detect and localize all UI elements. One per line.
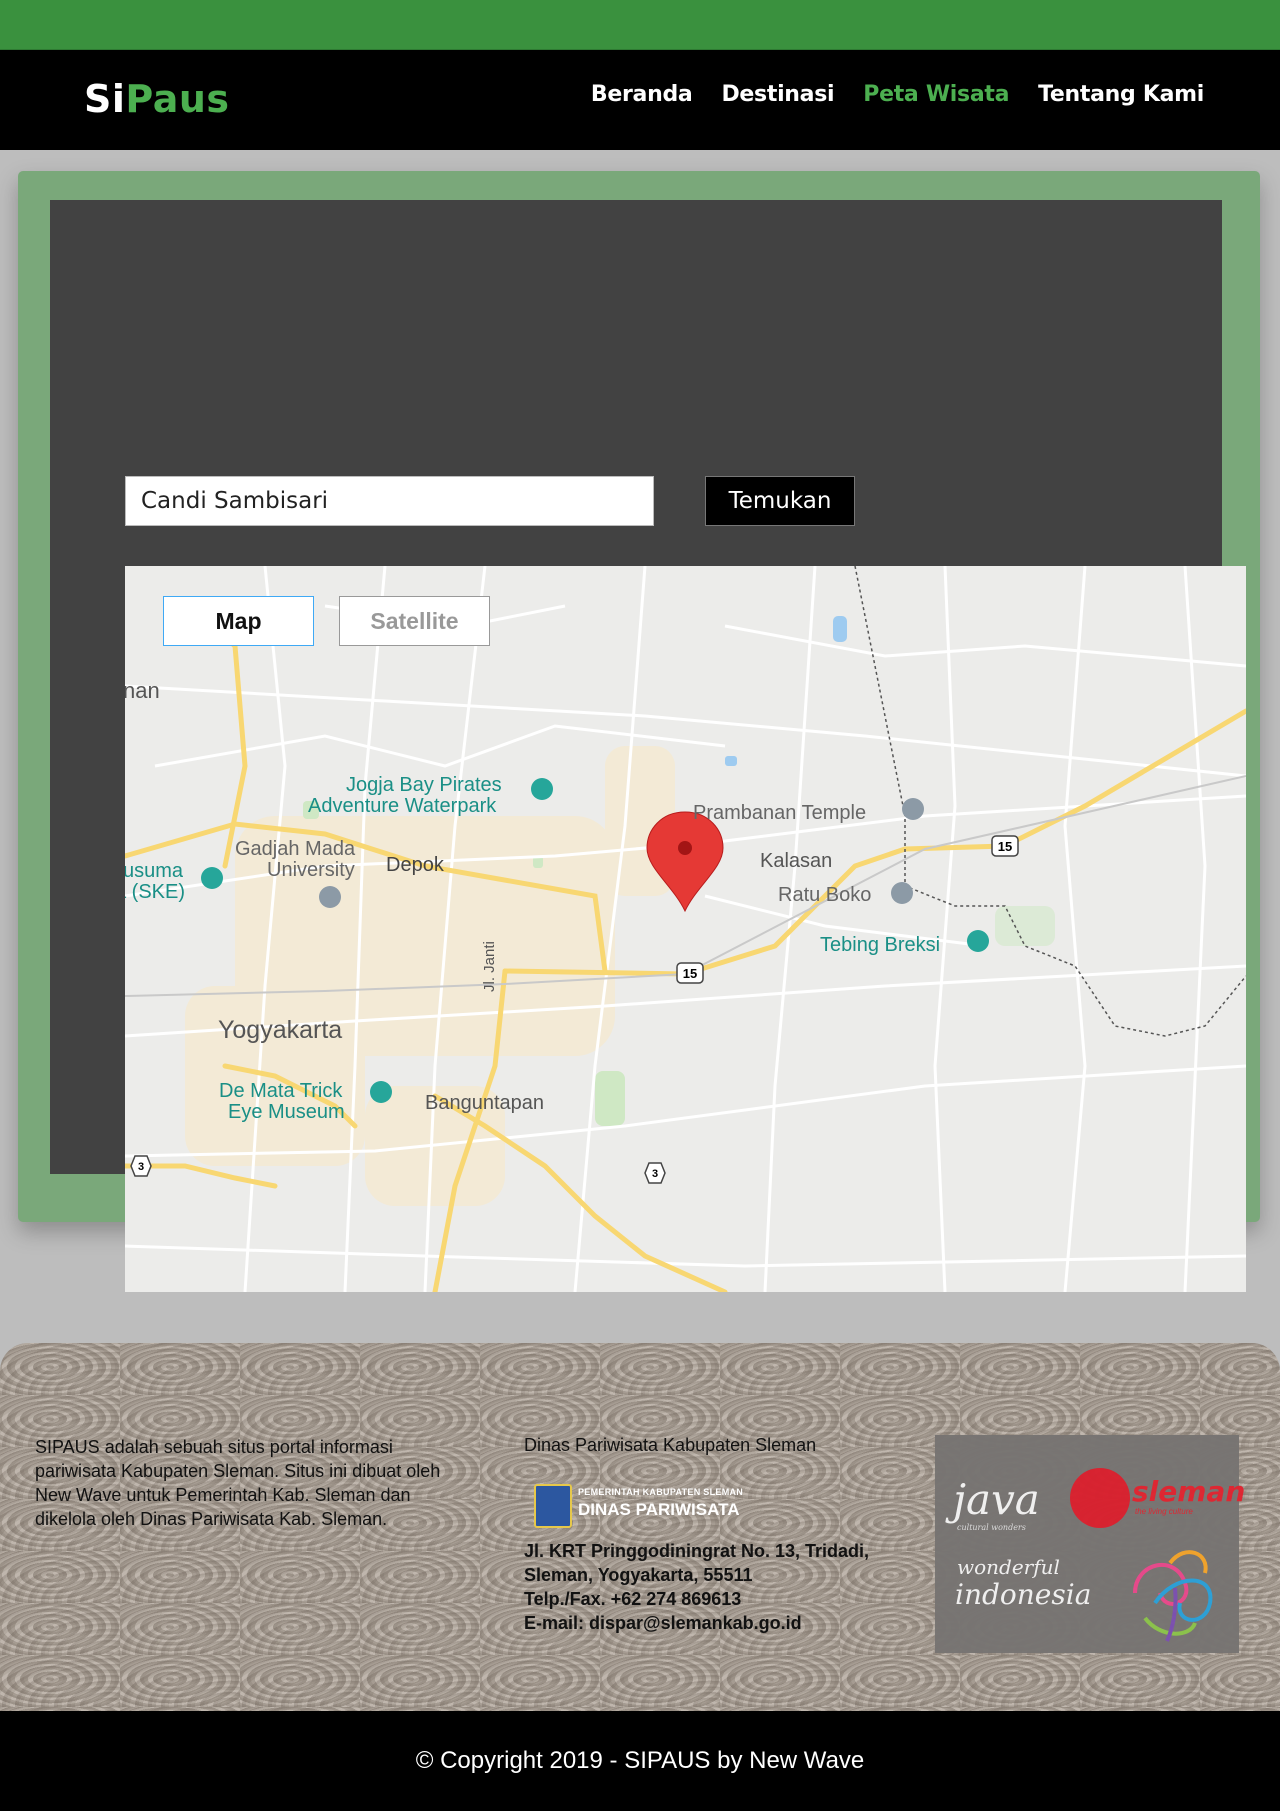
address-line: Jl. KRT Pringgodiningrat No. 13, Tridadi… [524, 1541, 870, 1561]
phone-line: Telp./Fax. +62 274 869613 [524, 1589, 742, 1609]
map-label-kusuma-2: a (SKE) [125, 881, 186, 903]
svg-text:15: 15 [683, 966, 697, 981]
map-label-gadjah-2: University [267, 859, 355, 881]
nav-beranda[interactable]: Beranda [591, 82, 693, 107]
map-label-gadjah-1: Gadjah Mada [235, 838, 356, 860]
map-label-jogja-bay-1: Jogja Bay Pirates [346, 774, 502, 796]
map-view[interactable]: 15 15 3 3 nan Jogja Bay Pirates Adventur… [125, 566, 1246, 1292]
map-label-jl-janti: Jl. Janti [481, 941, 498, 992]
route-shield-15-center: 15 [676, 962, 704, 984]
footer-badge-big: DINAS PARIWISATA [578, 1500, 740, 1519]
museum-poi-icon[interactable] [370, 1081, 392, 1103]
route-shield-3-south: 3 [644, 1162, 666, 1184]
map-label-de-mata-1: De Mata Trick [219, 1080, 343, 1102]
university-poi-icon[interactable] [319, 886, 341, 908]
copyright-bar: © Copyright 2019 - SIPAUS by New Wave [0, 1711, 1280, 1811]
nav-destinasi[interactable]: Destinasi [721, 82, 834, 107]
logo-part-si: Si [84, 77, 126, 121]
navbar: SiPaus Beranda Destinasi Peta Wisata Ten… [0, 50, 1280, 150]
map-label-kusuma-1: usuma [125, 860, 184, 882]
indonesia-logo-text: indonesia [955, 1578, 1092, 1611]
map-label-tebing: Tebing Breksi [820, 934, 941, 956]
map-label-jogja-bay-2: Adventure Waterpark [308, 795, 497, 817]
sleman-logo-text: sleman [1132, 1475, 1246, 1508]
email-line[interactable]: E-mail: dispar@slemankab.go.id [524, 1611, 869, 1635]
route-shield-3-west: 3 [130, 1155, 152, 1177]
nav-peta-wisata[interactable]: Peta Wisata [863, 82, 1009, 107]
site-footer: SIPAUS adalah sebuah situs portal inform… [0, 1343, 1280, 1711]
wonderful-logo-text: wonderful [957, 1555, 1060, 1579]
ratu-boko-poi-icon[interactable] [891, 882, 913, 904]
site-logo[interactable]: SiPaus [84, 77, 230, 121]
map-label-left-edge: nan [125, 678, 160, 703]
waterpark-poi-icon[interactable] [531, 778, 553, 800]
map-label-kalasan: Kalasan [760, 850, 833, 872]
footer-about: SIPAUS adalah sebuah situs portal inform… [35, 1437, 441, 1529]
svg-text:15: 15 [998, 839, 1012, 854]
address-line: Sleman, Yogyakarta, 55511 [524, 1565, 753, 1585]
map-type-satellite-button[interactable]: Satellite [339, 596, 490, 646]
map-type-map-button[interactable]: Map [163, 596, 314, 646]
search-input[interactable]: Candi Sambisari [125, 476, 654, 526]
temple-poi-icon[interactable] [902, 798, 924, 820]
wonderful-indonesia-swirl-icon [1133, 1550, 1213, 1642]
sleman-logo-icon [1070, 1468, 1130, 1528]
sleman-logo-sub: the living culture [1135, 1507, 1193, 1516]
kusuma-poi-icon[interactable] [201, 867, 223, 889]
map-label-banguntapan: Banguntapan [425, 1092, 545, 1114]
svg-text:3: 3 [652, 1168, 658, 1180]
svg-text:3: 3 [138, 1161, 144, 1173]
map-label-de-mata-2: Eye Museum [228, 1101, 345, 1123]
map-label-depok: Depok [386, 854, 444, 876]
java-logo-sub: cultural wonders [957, 1523, 1026, 1532]
logo-part-paus: Paus [125, 77, 230, 121]
sleman-emblem-icon [534, 1484, 572, 1528]
route-shield-15-east: 15 [991, 835, 1019, 857]
map-canvas: 15 15 3 3 [125, 566, 1246, 1292]
partner-logos: java cultural wonders sleman the living … [935, 1435, 1245, 1653]
map-label-yogyakarta: Yogyakarta [218, 1016, 343, 1044]
map-label-prambanan: Prambanan Temple [693, 802, 867, 824]
java-logo: java [953, 1475, 1040, 1524]
tebing-poi-icon[interactable] [967, 930, 989, 952]
top-strip [0, 0, 1280, 50]
footer-badge-small: PEMERINTAH KABUPATEN SLEMAN [578, 1487, 744, 1497]
find-button[interactable]: Temukan [705, 476, 855, 526]
map-panel: Candi Sambisari Temukan 15 15 3 3 nan Jo… [50, 200, 1246, 1292]
main-nav: Beranda Destinasi Peta Wisata Tentang Ka… [562, 82, 1204, 107]
footer-address: Jl. KRT Pringgodiningrat No. 13, Tridadi… [524, 1539, 869, 1635]
footer-dept-title: Dinas Pariwisata Kabupaten Sleman [524, 1435, 817, 1455]
map-label-ratu-boko: Ratu Boko [778, 884, 872, 906]
nav-tentang-kami[interactable]: Tentang Kami [1038, 82, 1204, 107]
